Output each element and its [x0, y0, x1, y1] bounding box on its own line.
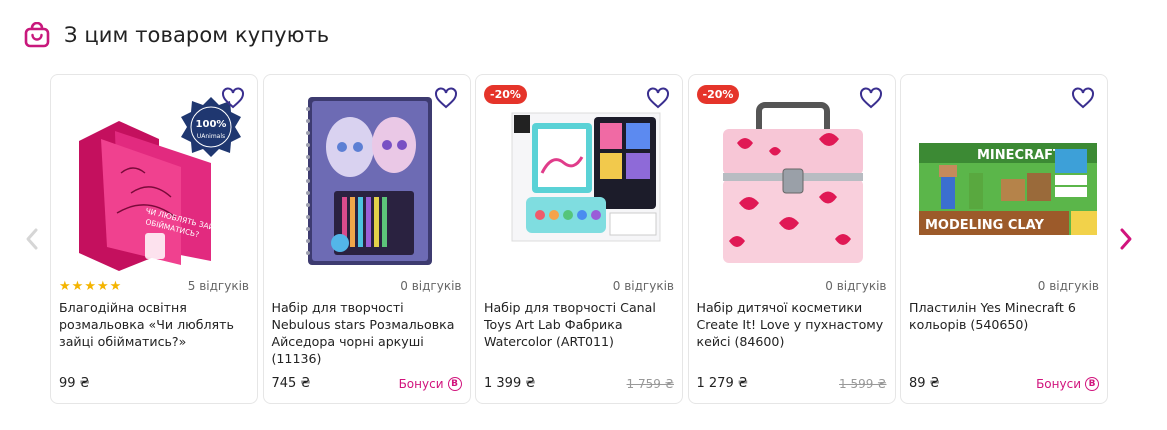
- product-carousel: ЧИ ЛЮБЛЯТЬ ЗАЙЦІ ОБІЙМАТИСЬ? 100% UAnima…: [50, 74, 1108, 404]
- box-title: MINECRAFT: [977, 148, 1062, 163]
- product-name-link[interactable]: Набір для творчості Canal Toys Art Lab Ф…: [484, 299, 672, 350]
- cover-badge-text: 100%: [196, 119, 227, 130]
- bonus-label[interactable]: Бонуси B: [398, 376, 462, 391]
- bonus-coin-icon: B: [1085, 376, 1099, 391]
- product-price: 1 399 ₴: [484, 376, 536, 391]
- star-icon: ★: [71, 278, 84, 294]
- reviews-link[interactable]: 0 відгуків: [825, 279, 886, 293]
- star-icon: ★: [59, 278, 71, 294]
- product-name-link[interactable]: Благодійна освітня розмальовка «Чи любля…: [59, 299, 247, 350]
- bonus-text: Бонуси: [398, 376, 444, 391]
- product-price: 99 ₴: [59, 376, 90, 391]
- cover-badge-sub: UAnimals: [197, 133, 225, 140]
- product-card[interactable]: -20% 0 відгуків Набір дитячої косметики …: [687, 74, 896, 404]
- heart-icon[interactable]: [221, 87, 245, 109]
- chevron-right-icon: [1120, 228, 1132, 250]
- product-card[interactable]: MINECRAFT MODELING CLAY 0 відгуків Пласт…: [900, 74, 1108, 404]
- product-meta: 0 відгуків: [484, 279, 674, 293]
- reviews-link[interactable]: 5 відгуків: [188, 279, 249, 293]
- rating-stars: ★ ★ ★ ★ ★: [59, 280, 121, 293]
- price-row: 745 ₴ Бонуси B: [272, 376, 462, 391]
- heart-icon[interactable]: [1071, 87, 1095, 109]
- star-icon: ★: [96, 278, 109, 294]
- carousel-prev-button[interactable]: [22, 226, 42, 252]
- product-name-link[interactable]: Набір дитячої косметики Create It! Love …: [697, 299, 885, 350]
- product-card[interactable]: 0 відгуків Набір для творчості Nebulous …: [262, 74, 471, 404]
- reviews-link[interactable]: 0 відгуків: [1038, 279, 1099, 293]
- heart-icon[interactable]: [859, 87, 883, 109]
- product-card[interactable]: -20% 0 відгуків Набір для творчості Cana…: [475, 74, 683, 404]
- product-meta: 0 відгуків: [697, 279, 886, 293]
- bonus-coin-icon: B: [447, 376, 462, 391]
- product-meta: 0 відгуків: [272, 279, 461, 293]
- heart-icon[interactable]: [434, 87, 458, 109]
- section-title: З цим товаром купують: [64, 23, 330, 47]
- product-image-cosmetics-case[interactable]: [699, 93, 887, 271]
- product-price: 1 279 ₴: [696, 376, 748, 391]
- product-image-nebulous-stars[interactable]: [274, 93, 462, 271]
- price-row: 1 399 ₴ 1 759 ₴: [484, 376, 674, 391]
- price-row: 89 ₴ Бонуси B: [909, 376, 1099, 391]
- reviews-link[interactable]: 0 відгуків: [400, 279, 461, 293]
- bonus-label[interactable]: Бонуси B: [1036, 376, 1099, 391]
- product-image-coloring-book[interactable]: ЧИ ЛЮБЛЯТЬ ЗАЙЦІ ОБІЙМАТИСЬ? 100% UAnima…: [61, 93, 249, 271]
- product-old-price: 1 599 ₴: [839, 376, 887, 391]
- product-meta: ★ ★ ★ ★ ★ 5 відгуків: [59, 279, 249, 293]
- product-old-price: 1 759 ₴: [626, 376, 674, 391]
- box-subtitle: MODELING CLAY: [925, 218, 1044, 233]
- product-card[interactable]: ЧИ ЛЮБЛЯТЬ ЗАЙЦІ ОБІЙМАТИСЬ? 100% UAnima…: [50, 74, 258, 404]
- heart-icon[interactable]: [646, 87, 670, 109]
- price-row: 1 279 ₴ 1 599 ₴: [697, 376, 887, 391]
- product-price: 745 ₴: [271, 376, 311, 391]
- product-image-art-lab[interactable]: [486, 93, 674, 271]
- product-price: 89 ₴: [909, 376, 940, 391]
- product-name-link[interactable]: Пластилін Yes Minecraft 6 кольорів (5406…: [909, 299, 1097, 333]
- carousel-next-button[interactable]: [1116, 226, 1136, 252]
- shopping-bag-icon: [24, 22, 50, 48]
- product-image-minecraft-clay[interactable]: MINECRAFT MODELING CLAY: [911, 93, 1099, 271]
- star-icon: ★: [84, 278, 96, 294]
- chevron-left-icon: [26, 228, 38, 250]
- star-icon: ★: [109, 278, 122, 294]
- product-meta: 0 відгуків: [909, 279, 1099, 293]
- reviews-link[interactable]: 0 відгуків: [613, 279, 674, 293]
- bonus-text: Бонуси: [1036, 376, 1081, 391]
- price-row: 99 ₴: [59, 376, 249, 391]
- product-name-link[interactable]: Набір для творчості Nebulous stars Розма…: [272, 299, 460, 367]
- section-header: З цим товаром купують: [24, 22, 329, 48]
